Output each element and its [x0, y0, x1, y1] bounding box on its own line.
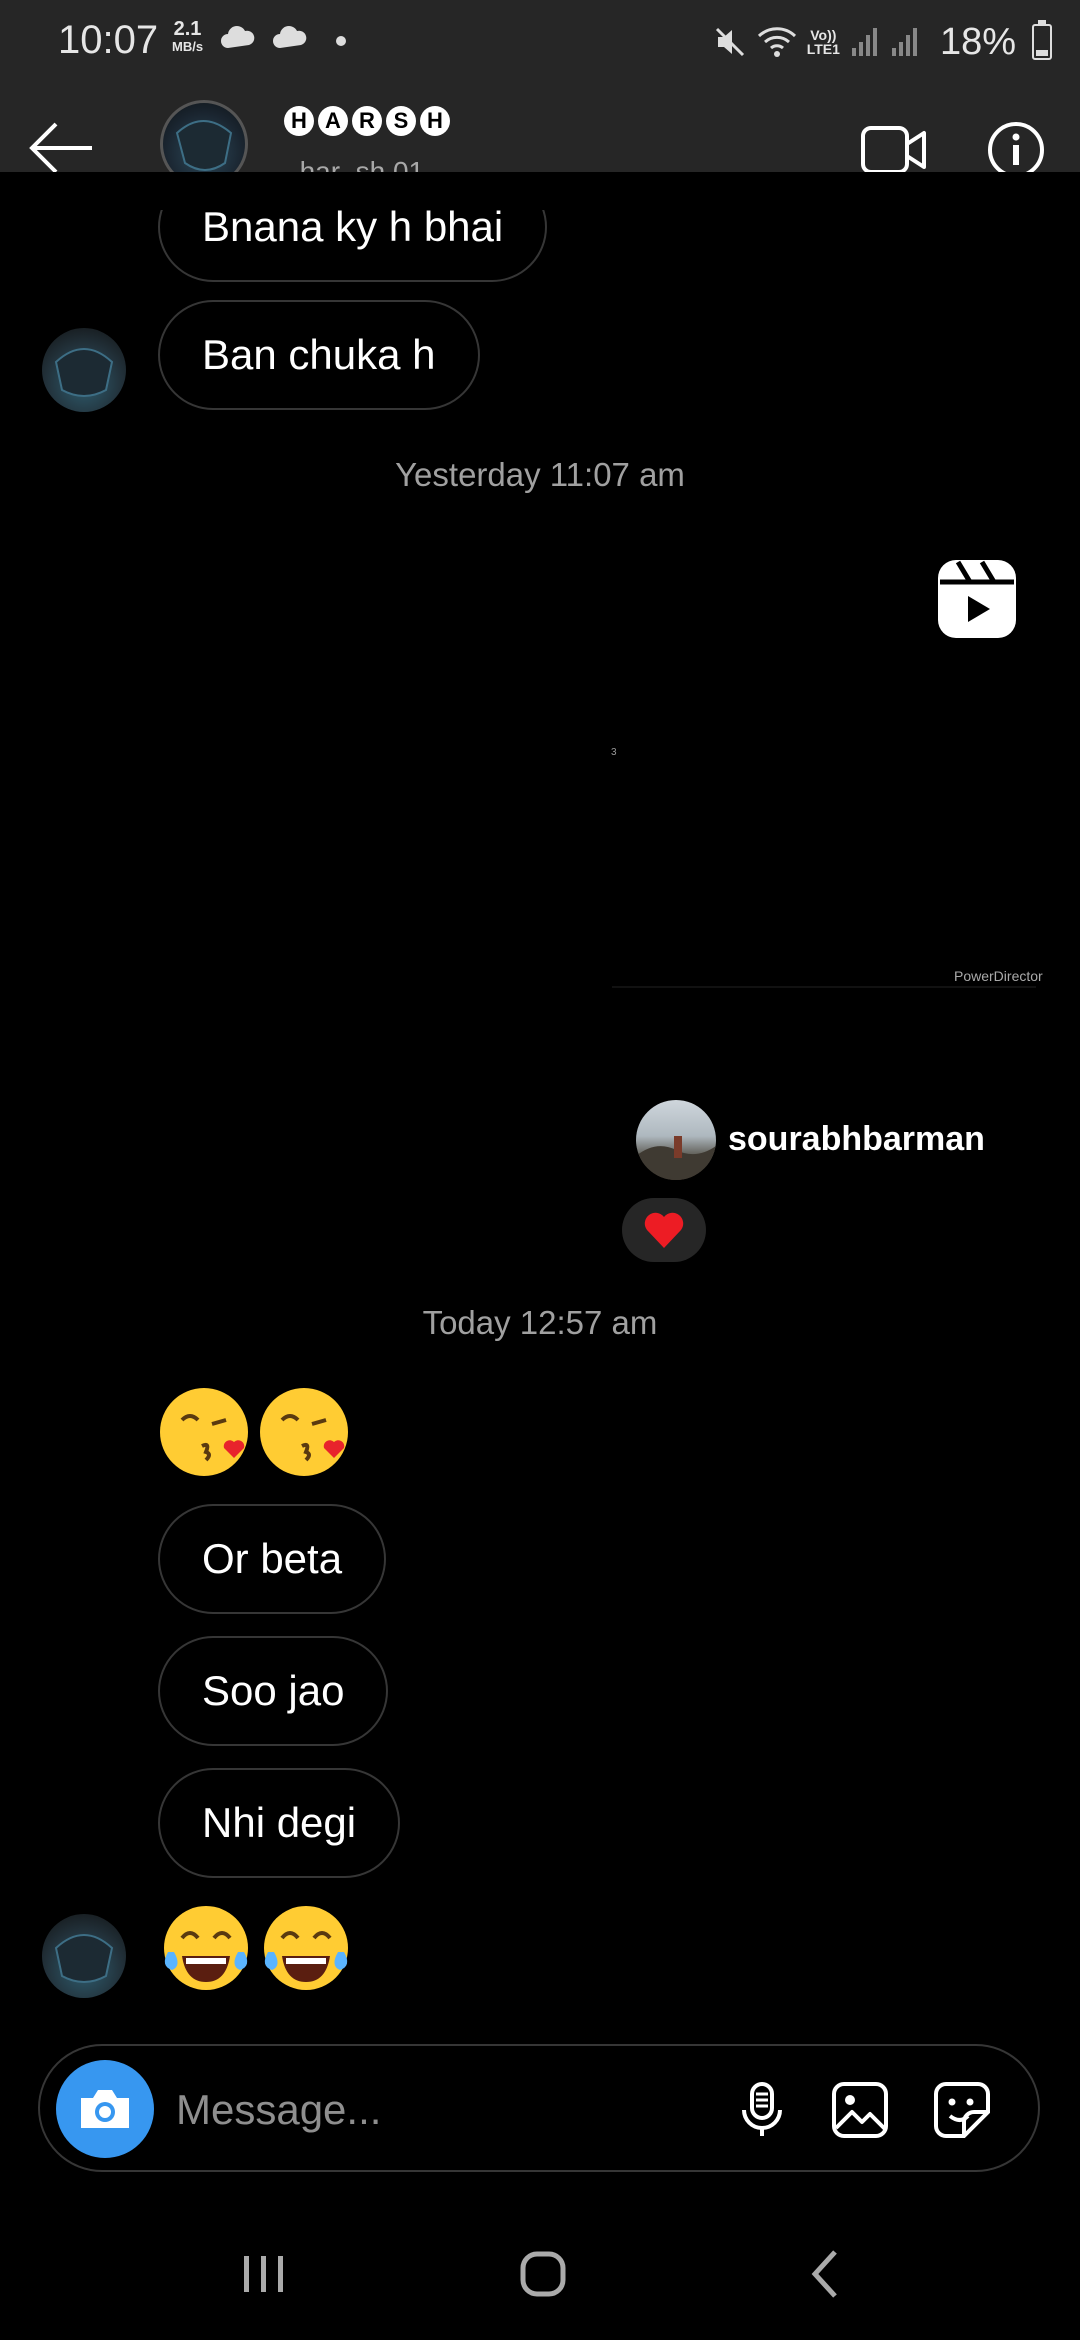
sender-avatar[interactable]: [42, 328, 126, 412]
signal-icon: [891, 28, 917, 56]
message-bubble[interactable]: Or beta: [158, 1504, 387, 1614]
recent-apps-icon[interactable]: [224, 2244, 304, 2304]
kissing-face-icon: [160, 1388, 248, 1476]
reel-watermark: PowerDirector: [954, 968, 1043, 984]
sender-avatar[interactable]: [42, 1914, 126, 1998]
info-icon[interactable]: [986, 120, 1046, 180]
home-icon[interactable]: [503, 2244, 583, 2304]
kissing-face-icon: [260, 1388, 348, 1476]
message-bubble[interactable]: Ban chuka h: [158, 300, 480, 410]
message-bubble[interactable]: Soo jao: [158, 1636, 389, 1746]
network-speed: 2.1 MB/s: [172, 18, 204, 56]
microphone-icon[interactable]: [732, 2080, 792, 2140]
status-icons: Vo)) LTE1 18%: [713, 18, 1052, 66]
name-letter: H: [284, 106, 314, 136]
emoji-message[interactable]: 😘😘: [158, 1384, 354, 1480]
name-letter: H: [420, 106, 450, 136]
timestamp: Today 12:57 am: [422, 1304, 658, 1341]
volte-bottom: LTE1: [806, 41, 840, 57]
reel-counter: 3: [611, 747, 617, 758]
signal-icon: [851, 28, 877, 56]
reel-progress-bar: [612, 986, 1036, 988]
back-arrow-icon[interactable]: [26, 118, 96, 178]
name-letter: R: [352, 106, 382, 136]
timestamp: Yesterday 11:07 am: [395, 456, 685, 493]
mute-icon: [715, 27, 744, 57]
battery-icon: [1032, 20, 1052, 60]
gallery-icon[interactable]: [830, 2080, 890, 2140]
contact-display-name[interactable]: H A R S H: [284, 106, 450, 136]
network-speed-value: 2.1: [173, 18, 202, 40]
message-bubble[interactable]: Nhi degi: [158, 1768, 401, 1878]
name-letter: A: [318, 106, 348, 136]
notification-dot-icon: [336, 36, 346, 46]
heart-icon: [644, 1212, 684, 1248]
tears-of-joy-icon: [264, 1906, 348, 1990]
message-composer: [38, 2044, 1040, 2172]
volte-indicator: Vo)) LTE1: [807, 28, 840, 56]
camera-button[interactable]: [56, 2060, 154, 2158]
wifi-icon: [757, 27, 796, 57]
video-call-icon[interactable]: [860, 122, 928, 178]
cloud-icon: [221, 26, 255, 48]
cloud-icon: [273, 26, 307, 48]
system-nav-bar: [0, 2200, 1080, 2340]
tears-of-joy-icon: [164, 1906, 248, 1990]
back-nav-icon[interactable]: [785, 2244, 865, 2304]
battery-percent: 18%: [939, 20, 1016, 63]
camera-icon: [81, 2090, 129, 2128]
volte-top: Vo)): [810, 27, 837, 43]
status-time: 10:07: [58, 18, 159, 62]
sticker-icon[interactable]: [932, 2080, 992, 2140]
reel-author-name[interactable]: sourabhbarman: [728, 1120, 985, 1159]
emoji-message[interactable]: 😂😂: [158, 1902, 354, 1998]
message-input[interactable]: [174, 2072, 738, 2148]
name-letter: S: [386, 106, 416, 136]
reel-author-avatar[interactable]: [636, 1100, 716, 1180]
status-bar: 10:07 2.1 MB/s Vo)) LTE1 18%: [0, 0, 1080, 84]
network-speed-unit: MB/s: [172, 39, 204, 54]
reaction-badge[interactable]: [622, 1198, 706, 1262]
scroll-clip: [0, 172, 1080, 210]
reels-icon[interactable]: [936, 558, 1018, 640]
